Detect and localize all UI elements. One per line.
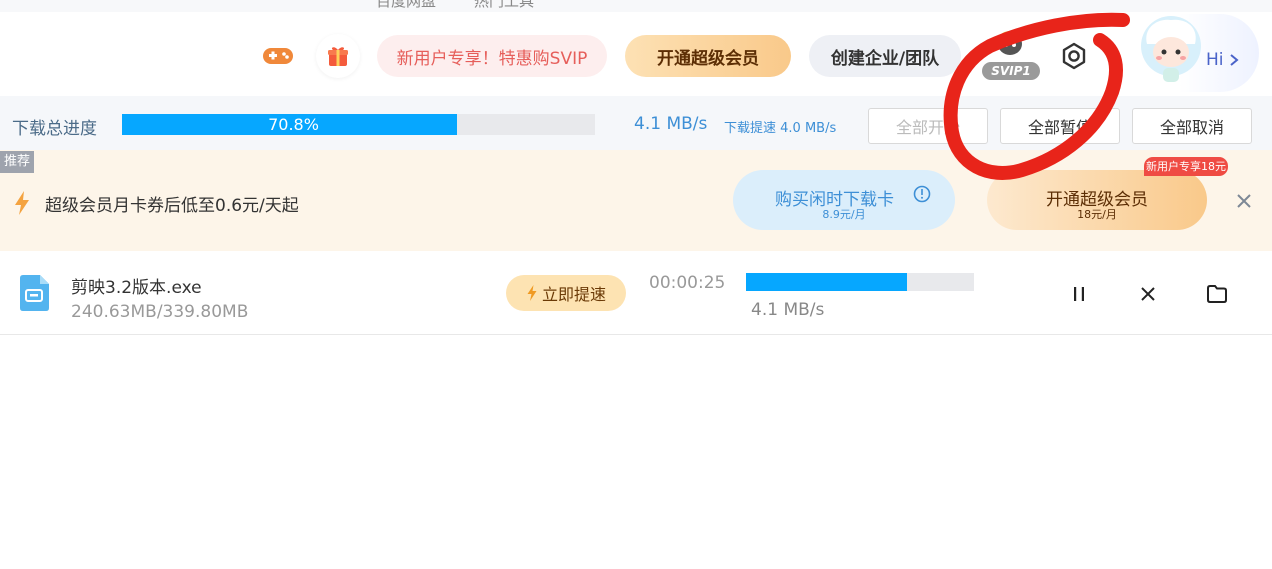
start-all-button[interactable]: 全部开始 [868, 108, 988, 144]
row-divider [0, 334, 1272, 335]
new-user-tag: 新用户专享18元 [1144, 157, 1228, 176]
banner-svip-price: 18元/月 [1077, 208, 1117, 221]
total-speed: 4.1 MB/s [634, 114, 708, 134]
settings-icon[interactable] [1058, 40, 1090, 72]
banner-open-svip-button[interactable]: 开通超级会员 18元/月 [987, 170, 1207, 230]
new-user-promo-pill[interactable]: 新用户专享！特惠购SVIP [377, 35, 607, 77]
total-progress-label: 下载总进度 [12, 119, 97, 139]
mascot-icon [998, 31, 1022, 55]
gift-icon[interactable] [316, 34, 360, 78]
boost-speed-text: 下载提速 4.0 MB/s [724, 121, 837, 136]
open-svip-button[interactable]: 开通超级会员 [625, 35, 791, 77]
lightning-icon [527, 285, 537, 301]
top-strip-left-text: 百度网盘 [376, 0, 437, 10]
pause-icon[interactable] [1070, 285, 1088, 303]
chevron-right-icon [1230, 54, 1239, 66]
info-icon [913, 185, 931, 203]
pause-all-button[interactable]: 全部暂停 [1000, 108, 1120, 144]
download-filename: 剪映3.2版本.exe [71, 278, 202, 298]
total-progress-track: 70.8% [122, 114, 595, 135]
download-progress-track [746, 273, 974, 291]
svip-badge[interactable]: SVIP1 [982, 28, 1040, 84]
banner-text: 超级会员月卡券后低至0.6元/天起 [45, 196, 299, 216]
exe-file-icon [20, 275, 49, 311]
lightning-icon [15, 191, 29, 215]
top-strip-right-text: 热门工具 [474, 0, 535, 10]
boost-now-button[interactable]: 立即提速 [506, 275, 626, 311]
recommend-tag: 推荐 [0, 151, 34, 173]
game-controller-icon[interactable] [256, 34, 300, 78]
window-top-strip: 百度网盘 热门工具 [0, 0, 1272, 12]
download-progress-fill [746, 273, 908, 291]
close-icon[interactable] [1236, 193, 1252, 209]
svip-level-label: SVIP1 [982, 62, 1040, 80]
download-time-left: 00:00:25 [649, 273, 726, 293]
download-size: 240.63MB/339.80MB [71, 302, 249, 322]
avatar [1141, 16, 1201, 82]
cancel-icon[interactable] [1139, 285, 1157, 303]
user-profile-area[interactable]: Hi [1125, 14, 1259, 92]
boost-now-label: 立即提速 [541, 285, 606, 304]
open-folder-icon[interactable] [1206, 284, 1228, 304]
create-team-button[interactable]: 创建企业/团队 [809, 35, 961, 77]
idle-card-price: 8.9元/月 [822, 208, 866, 221]
cancel-all-button[interactable]: 全部取消 [1132, 108, 1252, 144]
idle-download-card-button[interactable]: 购买闲时下载卡 8.9元/月 [733, 170, 955, 230]
download-speed: 4.1 MB/s [751, 300, 825, 320]
greeting-label: Hi [1206, 50, 1224, 70]
total-progress-percent: 70.8% [268, 115, 319, 134]
